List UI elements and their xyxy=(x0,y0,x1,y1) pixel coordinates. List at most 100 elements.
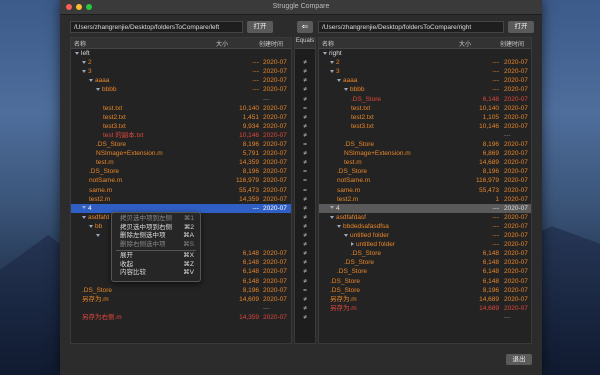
tree-row[interactable]: untitled folder --- 2020-07 xyxy=(319,231,531,240)
tree-row[interactable]: --- xyxy=(319,131,531,140)
disclosure-open-icon[interactable] xyxy=(323,51,327,55)
context-menu-item[interactable]: 收起 ⌘Z xyxy=(112,261,200,270)
exit-button[interactable]: 退出 xyxy=(506,354,532,365)
tree-row[interactable]: --- xyxy=(319,313,531,322)
tree-row[interactable]: bbdedsafasdfsa --- 2020-07 xyxy=(319,222,531,231)
tree-row[interactable]: .DS_Store 6,148 2020-07 xyxy=(319,277,531,286)
file-name: 另存为.m xyxy=(82,295,109,304)
tree-row[interactable]: .DS_Store 6,148 2020-07 xyxy=(319,258,531,267)
right-open-button[interactable]: 打开 xyxy=(508,21,534,33)
file-size: 8,196 xyxy=(482,141,499,148)
tree-row[interactable]: test.m 14,689 2020-07 xyxy=(319,158,531,167)
tree-row[interactable]: .DS_Store 8,196 2020-07 xyxy=(71,140,291,149)
tree-row[interactable]: 另存为.m 14,609 2020-07 xyxy=(71,295,291,304)
disclosure-open-icon[interactable] xyxy=(337,79,341,83)
disclosure-open-icon[interactable] xyxy=(82,206,86,210)
right-header-size[interactable]: 大小 xyxy=(459,39,471,48)
left-open-button[interactable]: 打开 xyxy=(247,21,273,33)
right-header-name[interactable]: 名称 xyxy=(322,39,334,48)
file-name: asdfafd xyxy=(82,213,109,222)
tree-row[interactable]: test2.txt 1,451 2020-07 xyxy=(71,113,291,122)
tree-row[interactable]: aaaa --- 2020-07 xyxy=(319,76,531,85)
disclosure-open-icon[interactable] xyxy=(82,60,86,64)
disclosure-open-icon[interactable] xyxy=(89,224,93,228)
left-header-size[interactable]: 大小 xyxy=(216,39,228,48)
tree-row[interactable]: .DS_Store 8,196 2020-07 xyxy=(319,167,531,176)
tree-row[interactable]: test 的副本.txt 10,146 2020-07 xyxy=(71,131,291,140)
file-size: --- xyxy=(492,213,500,221)
tree-row[interactable]: --- xyxy=(71,304,291,313)
disclosure-open-icon[interactable] xyxy=(330,69,334,73)
left-path-field[interactable]: /Users/zhangrenjie/Desktop/foldersToComp… xyxy=(70,21,243,33)
tree-row[interactable]: 2 --- 2020-07 xyxy=(319,58,531,67)
tree-row[interactable]: .DS_Store 6,148 2020-07 xyxy=(319,267,531,276)
disclosure-open-icon[interactable] xyxy=(344,88,348,92)
file-name-text: bbbb xyxy=(102,86,117,94)
left-arrow-button[interactable]: ⇐ xyxy=(297,21,313,33)
tree-row[interactable]: bbbb --- 2020-07 xyxy=(71,85,291,94)
tree-row[interactable]: .DS_Store 6,148 2020-07 xyxy=(319,249,531,258)
context-menu-item[interactable]: 内容比较 ⌘V xyxy=(112,269,200,278)
tree-row[interactable]: .DS_Store 8,196 2020-07 xyxy=(71,286,291,295)
tree-row[interactable]: NSImage+Extension.m 5,791 2020-07 xyxy=(71,149,291,158)
tree-row[interactable]: .DS_Store 8,196 2020-07 xyxy=(319,140,531,149)
disclosure-open-icon[interactable] xyxy=(330,215,334,219)
tree-row[interactable]: right xyxy=(319,49,531,58)
tree-row[interactable]: .DS_Store 6,148 2020-07 xyxy=(319,95,531,104)
tree-row[interactable]: 另存为.m 14,689 2020-07 xyxy=(319,295,531,304)
tree-row[interactable]: --- xyxy=(71,95,291,104)
disclosure-open-icon[interactable] xyxy=(96,233,100,237)
left-header-date[interactable]: 创建时间 xyxy=(259,39,283,48)
tree-row[interactable]: same.m 55,473 2020-07 xyxy=(319,186,531,195)
tree-row[interactable]: left xyxy=(71,49,291,58)
file-date: 2020-07 xyxy=(504,213,528,221)
file-date: 2020-07 xyxy=(263,77,287,85)
tree-row[interactable]: test.txt 10,140 2020-07 xyxy=(71,104,291,113)
tree-row[interactable]: 2 --- 2020-07 xyxy=(71,58,291,67)
tree-row[interactable]: untitled folder --- 2020-07 xyxy=(319,240,531,249)
left-header-name[interactable]: 名称 xyxy=(74,39,86,48)
right-header-date[interactable]: 创建时间 xyxy=(500,39,524,48)
tree-row[interactable]: .DS_Store 8,196 2020-07 xyxy=(71,167,291,176)
context-menu-item[interactable]: 删除左侧选中项 ⌘A xyxy=(112,232,200,241)
tree-row[interactable]: test2.txt 1,105 2020-07 xyxy=(319,113,531,122)
right-path-field[interactable]: /Users/zhangrenjie/Desktop/foldersToComp… xyxy=(318,21,504,33)
left-file-tree[interactable]: 名称 大小 创建时间 left 2 --- 2020-07 3 --- 2020-07 aaa… xyxy=(70,37,292,344)
tree-row[interactable]: 3 --- 2020-07 xyxy=(319,67,531,76)
tree-row[interactable]: same.m 55,473 2020-07 xyxy=(71,186,291,195)
context-menu-item[interactable]: 拷贝选中项到右侧 ⌘2 xyxy=(112,224,200,233)
disclosure-open-icon[interactable] xyxy=(337,224,341,228)
disclosure-open-icon[interactable] xyxy=(344,233,348,237)
tree-row[interactable]: 另存为.m 14,689 2020-07 xyxy=(319,304,531,313)
right-file-tree[interactable]: 名称 大小 创建时间 right 2 --- 2020-07 3 --- 2020-07 aa… xyxy=(318,37,532,344)
tree-row[interactable]: test.m 14,359 2020-07 xyxy=(71,158,291,167)
tree-row[interactable]: notSame.m 116,979 2020-07 xyxy=(319,176,531,185)
disclosure-open-icon[interactable] xyxy=(82,69,86,73)
tree-row[interactable]: test3.txt 10,146 2020-07 xyxy=(319,122,531,131)
tree-row[interactable]: 另存为右侧.m 14,359 2020-07 xyxy=(71,313,291,322)
tree-row[interactable]: aaaa --- 2020-07 xyxy=(71,76,291,85)
tree-row[interactable]: bbbb --- 2020-07 xyxy=(319,85,531,94)
tree-row[interactable]: 4 --- 2020-07 xyxy=(319,203,531,213)
tree-row[interactable]: 3 --- 2020-07 xyxy=(71,67,291,76)
tree-row[interactable]: .DS_Store 8,196 2020-07 xyxy=(319,286,531,295)
file-date: 2020-07 xyxy=(263,313,287,321)
context-menu-item[interactable]: 展开 ⌘X xyxy=(112,252,200,261)
tree-row[interactable]: test.txt 10,140 2020-07 xyxy=(319,104,531,113)
disclosure-closed-icon[interactable] xyxy=(351,242,354,247)
file-size: 14,689 xyxy=(479,304,499,312)
disclosure-open-icon[interactable] xyxy=(89,79,93,83)
disclosure-open-icon[interactable] xyxy=(330,60,334,64)
disclosure-open-icon[interactable] xyxy=(75,51,79,55)
tree-row[interactable]: test2.m 14,359 2020-07 xyxy=(71,195,291,204)
disclosure-open-icon[interactable] xyxy=(82,215,86,219)
disclosure-open-icon[interactable] xyxy=(330,206,334,210)
tree-row[interactable]: notSame.m 116,979 2020-07 xyxy=(71,176,291,185)
tree-row[interactable]: test2.m 1 2020-07 xyxy=(319,195,531,204)
equals-mark: ≠ xyxy=(303,268,307,276)
tree-row[interactable]: test3.txt 9,934 2020-07 xyxy=(71,122,291,131)
tree-row[interactable]: NSImage+Extension.m 6,869 2020-07 xyxy=(319,149,531,158)
disclosure-open-icon[interactable] xyxy=(96,88,100,92)
tree-row[interactable]: asdfafdasf --- 2020-07 xyxy=(319,213,531,222)
equals-mark xyxy=(295,49,315,58)
